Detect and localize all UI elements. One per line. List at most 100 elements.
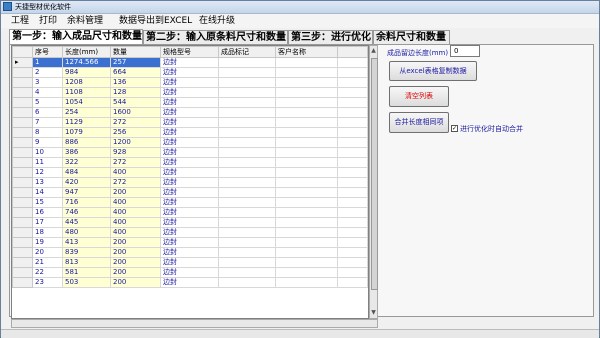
table-row[interactable]: 4 1108 128 边封 [12, 87, 368, 98]
cell-seq[interactable]: 18 [32, 227, 63, 238]
cell-length[interactable]: 386 [62, 147, 111, 158]
cell-customer[interactable] [275, 267, 338, 278]
cell-mark[interactable] [218, 157, 276, 168]
cell-length[interactable]: 1079 [62, 127, 111, 138]
cell-blank[interactable] [337, 127, 368, 138]
menu-remnant-management[interactable]: 余料管理 [65, 15, 105, 27]
table-row[interactable]: 8 1079 256 边封 [12, 127, 368, 138]
cell-seq[interactable]: 16 [32, 207, 63, 218]
cell-length[interactable]: 947 [62, 187, 111, 198]
cell-seq[interactable]: 19 [32, 237, 63, 248]
table-row[interactable]: ▸ 1 1274.566 257 边封 [12, 57, 368, 68]
cell-spec[interactable]: 边封 [160, 67, 219, 78]
cell-seq[interactable]: 5 [32, 97, 63, 108]
table-row[interactable]: 5 1054 544 边封 [12, 97, 368, 108]
cell-customer[interactable] [275, 107, 338, 118]
cell-spec[interactable]: 边封 [160, 187, 219, 198]
clear-list-button[interactable]: 清空列表 [389, 86, 449, 107]
cell-qty[interactable]: 400 [110, 217, 161, 228]
table-row[interactable]: 12 484 400 边封 [12, 167, 368, 178]
copy-from-excel-button[interactable]: 从excel表格复制数据 [389, 61, 477, 81]
cell-customer[interactable] [275, 57, 338, 68]
cell-customer[interactable] [275, 217, 338, 228]
cell-customer[interactable] [275, 77, 338, 88]
cell-qty[interactable]: 544 [110, 97, 161, 108]
table-row[interactable]: 14 947 200 边封 [12, 187, 368, 198]
table-row[interactable]: 2 984 664 边封 [12, 67, 368, 78]
cell-mark[interactable] [218, 77, 276, 88]
cell-length[interactable]: 322 [62, 157, 111, 168]
cell-blank[interactable] [337, 197, 368, 208]
table-row[interactable]: 17 445 400 边封 [12, 217, 368, 228]
cell-length[interactable]: 581 [62, 267, 111, 278]
cell-mark[interactable] [218, 207, 276, 218]
cell-length[interactable]: 1129 [62, 117, 111, 128]
grid-vertical-scrollbar[interactable]: ▲ ▼ [369, 45, 378, 319]
cell-seq[interactable]: 2 [32, 67, 63, 78]
cell-blank[interactable] [337, 147, 368, 158]
cell-qty[interactable]: 200 [110, 247, 161, 258]
table-row[interactable]: 7 1129 272 边封 [12, 117, 368, 128]
cell-blank[interactable] [337, 97, 368, 108]
table-row[interactable]: 15 716 400 边封 [12, 197, 368, 208]
cell-customer[interactable] [275, 127, 338, 138]
cell-customer[interactable] [275, 117, 338, 128]
menu-project[interactable]: 工程 [9, 15, 31, 27]
menu-online-upgrade[interactable]: 在线升级 [197, 15, 237, 27]
col-header-customer[interactable]: 客户名称 [275, 46, 338, 58]
cell-mark[interactable] [218, 187, 276, 198]
cell-spec[interactable]: 边封 [160, 77, 219, 88]
cell-spec[interactable]: 边封 [160, 177, 219, 188]
cell-customer[interactable] [275, 157, 338, 168]
table-row[interactable]: 22 581 200 边封 [12, 267, 368, 278]
cell-qty[interactable]: 400 [110, 207, 161, 218]
cell-spec[interactable]: 边封 [160, 107, 219, 118]
cell-blank[interactable] [337, 277, 368, 288]
cell-length[interactable]: 484 [62, 167, 111, 178]
cell-spec[interactable]: 边封 [160, 207, 219, 218]
cell-blank[interactable] [337, 57, 368, 68]
cell-qty[interactable]: 1200 [110, 137, 161, 148]
cell-spec[interactable]: 边封 [160, 87, 219, 98]
tab-step1-products[interactable]: 第一步：输入成品尺寸和数量 [9, 29, 143, 44]
cell-customer[interactable] [275, 257, 338, 268]
cell-mark[interactable] [218, 277, 276, 288]
cell-seq[interactable]: 10 [32, 147, 63, 158]
cell-seq[interactable]: 15 [32, 197, 63, 208]
cell-length[interactable]: 886 [62, 137, 111, 148]
cell-qty[interactable]: 272 [110, 177, 161, 188]
cell-seq[interactable]: 14 [32, 187, 63, 198]
cell-seq[interactable]: 4 [32, 87, 63, 98]
cell-customer[interactable] [275, 277, 338, 288]
cell-blank[interactable] [337, 247, 368, 258]
cell-seq[interactable]: 12 [32, 167, 63, 178]
cell-mark[interactable] [218, 177, 276, 188]
cell-length[interactable]: 839 [62, 247, 111, 258]
cell-customer[interactable] [275, 67, 338, 78]
cell-mark[interactable] [218, 197, 276, 208]
cell-mark[interactable] [218, 97, 276, 108]
cell-customer[interactable] [275, 187, 338, 198]
cell-customer[interactable] [275, 87, 338, 98]
table-row[interactable]: 18 480 400 边封 [12, 227, 368, 238]
tab-step2-stock[interactable]: 第二步：输入原条料尺寸和数量 [143, 30, 288, 44]
cell-blank[interactable] [337, 87, 368, 98]
cell-length[interactable]: 420 [62, 177, 111, 188]
cell-blank[interactable] [337, 217, 368, 228]
cell-customer[interactable] [275, 247, 338, 258]
cell-seq[interactable]: 9 [32, 137, 63, 148]
cell-spec[interactable]: 边封 [160, 217, 219, 228]
cell-seq[interactable]: 22 [32, 267, 63, 278]
cell-customer[interactable] [275, 177, 338, 188]
cell-blank[interactable] [337, 187, 368, 198]
cell-qty[interactable]: 200 [110, 257, 161, 268]
cell-length[interactable]: 746 [62, 207, 111, 218]
cell-blank[interactable] [337, 67, 368, 78]
cell-spec[interactable]: 边封 [160, 127, 219, 138]
merge-same-length-button[interactable]: 合并长度相同项 [389, 112, 449, 133]
cell-qty[interactable]: 272 [110, 117, 161, 128]
cell-spec[interactable]: 边封 [160, 157, 219, 168]
tab-step3-optimize[interactable]: 第三步：进行优化 [288, 30, 373, 44]
cell-seq[interactable]: 8 [32, 127, 63, 138]
cell-length[interactable]: 1108 [62, 87, 111, 98]
